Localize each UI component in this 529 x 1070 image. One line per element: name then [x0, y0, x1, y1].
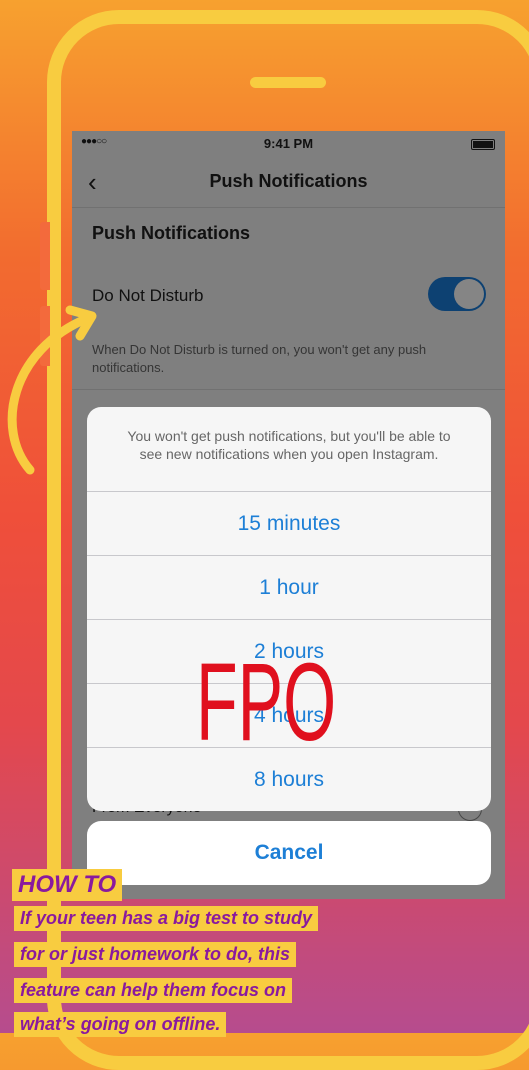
option-1-hour[interactable]: 1 hour — [87, 555, 491, 620]
how-to-title: HOW TO — [12, 869, 123, 901]
phone-speaker — [250, 77, 326, 88]
how-to-line-4: what’s going on offline. — [14, 1012, 227, 1037]
cancel-button[interactable]: Cancel — [87, 821, 491, 885]
option-15-minutes[interactable]: 15 minutes — [87, 491, 491, 556]
how-to-line-3: feature can help them focus on — [14, 978, 293, 1003]
how-to-line-1: If your teen has a big test to study — [14, 906, 319, 931]
how-to-line-2: for or just homework to do, this — [14, 942, 296, 967]
side-button-upper — [40, 222, 50, 290]
fpo-watermark: FPO — [196, 641, 337, 764]
curved-arrow-icon — [7, 305, 97, 475]
action-sheet-message: You won't get push notifications, but yo… — [127, 428, 451, 462]
phone-screen: ●●●○○ 9:41 PM ‹ Push Notifications Push … — [72, 131, 505, 899]
